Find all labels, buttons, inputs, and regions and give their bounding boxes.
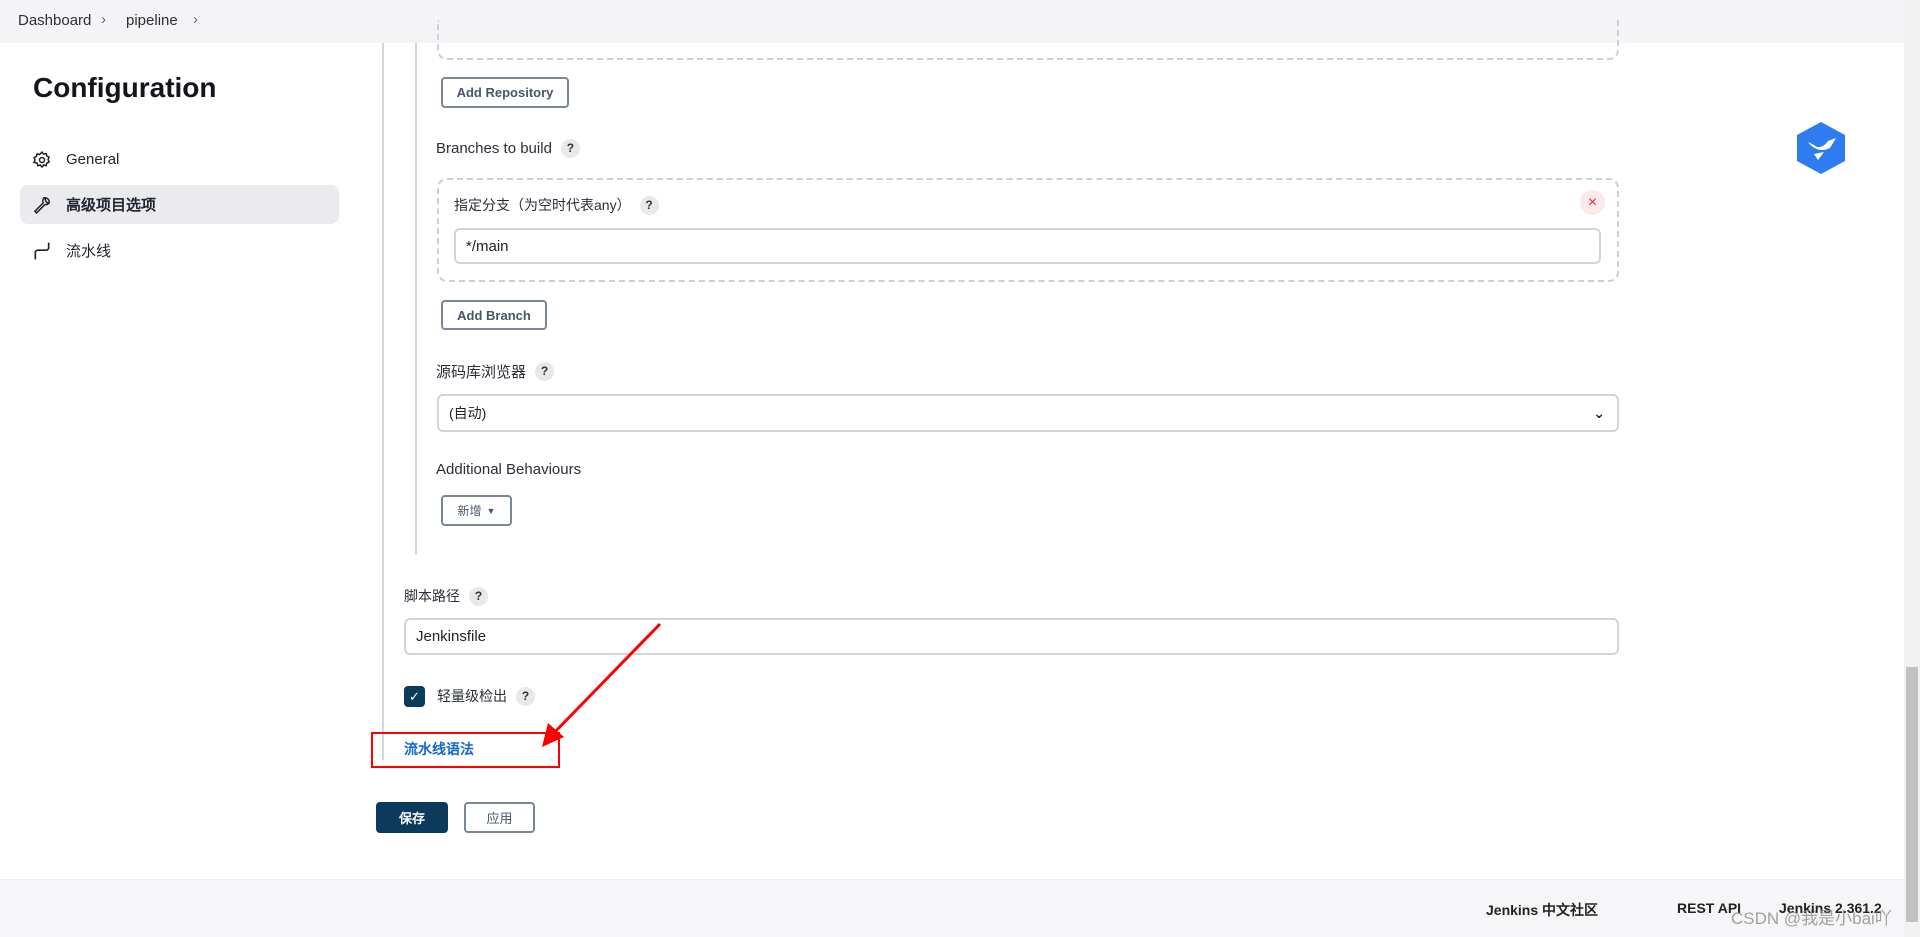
branches-label: Branches to build? (436, 139, 580, 158)
branches-label-text: Branches to build (436, 140, 552, 157)
lightweight-label: 轻量级检出? (437, 686, 535, 706)
chevron-right-icon[interactable]: › (193, 11, 198, 28)
browser-label: 源码库浏览器? (436, 361, 555, 382)
annotation-arrow (542, 622, 662, 747)
browser-select[interactable]: (自动) ⌄ (437, 394, 1619, 432)
script-path-label: 脚本路径? (404, 586, 488, 606)
branch-spec-input[interactable]: */main (454, 228, 1601, 264)
browser-select-value: (自动) (449, 405, 487, 421)
gear-icon (33, 150, 51, 168)
add-repository-button[interactable]: Add Repository (441, 77, 569, 108)
help-icon[interactable]: ? (639, 195, 659, 215)
branch-spec-label-text: 指定分支（为空时代表any） (454, 197, 631, 213)
lightweight-label-text: 轻量级检出 (437, 688, 507, 704)
sidebar-item-label: 流水线 (66, 243, 112, 260)
repository-box (437, 20, 1619, 60)
pipeline-icon (34, 242, 50, 259)
footer (0, 879, 1904, 937)
watermark: CSDN @我是小bai吖 (1731, 909, 1892, 928)
branch-spec-label: 指定分支（为空时代表any）? (454, 195, 659, 215)
help-icon[interactable]: ? (535, 362, 555, 381)
breadcrumb-pipeline[interactable]: pipeline (126, 12, 178, 29)
section-divider (415, 43, 417, 555)
lightweight-checkbox[interactable]: ✓ (404, 686, 425, 707)
breadcrumb-dashboard[interactable]: Dashboard (18, 12, 91, 29)
add-behaviour-label: 新增 (457, 504, 482, 518)
apply-button[interactable]: 应用 (464, 802, 535, 833)
script-path-label-text: 脚本路径 (404, 588, 460, 604)
save-button[interactable]: 保存 (376, 802, 448, 833)
chevron-right-icon: › (101, 11, 106, 28)
sidebar-item-label: 高级项目选项 (66, 197, 157, 214)
delete-icon[interactable]: × (1580, 190, 1605, 215)
help-icon[interactable]: ? (560, 139, 580, 158)
sidebar-item-general[interactable]: General (20, 140, 339, 179)
help-icon[interactable]: ? (469, 586, 488, 606)
add-branch-button[interactable]: Add Branch (441, 300, 547, 330)
footer-community-link[interactable]: Jenkins 中文社区 (1486, 900, 1598, 920)
section-divider (382, 43, 384, 760)
bird-assistant-icon[interactable] (1794, 120, 1848, 176)
sidebar-item-advanced[interactable]: 高级项目选项 (20, 185, 339, 224)
caret-down-icon: ▼ (486, 505, 496, 516)
add-behaviour-button[interactable]: 新增 ▼ (441, 495, 512, 526)
chevron-down-icon: ⌄ (1593, 404, 1605, 421)
sidebar-item-label: General (66, 151, 120, 168)
wrench-icon (33, 196, 50, 214)
sidebar-item-pipeline[interactable]: 流水线 (20, 231, 339, 270)
page-title: Configuration (33, 72, 217, 103)
scrollbar-thumb[interactable] (1906, 667, 1918, 922)
behaviours-label: Additional Behaviours (436, 461, 582, 478)
browser-label-text: 源码库浏览器 (436, 364, 527, 381)
